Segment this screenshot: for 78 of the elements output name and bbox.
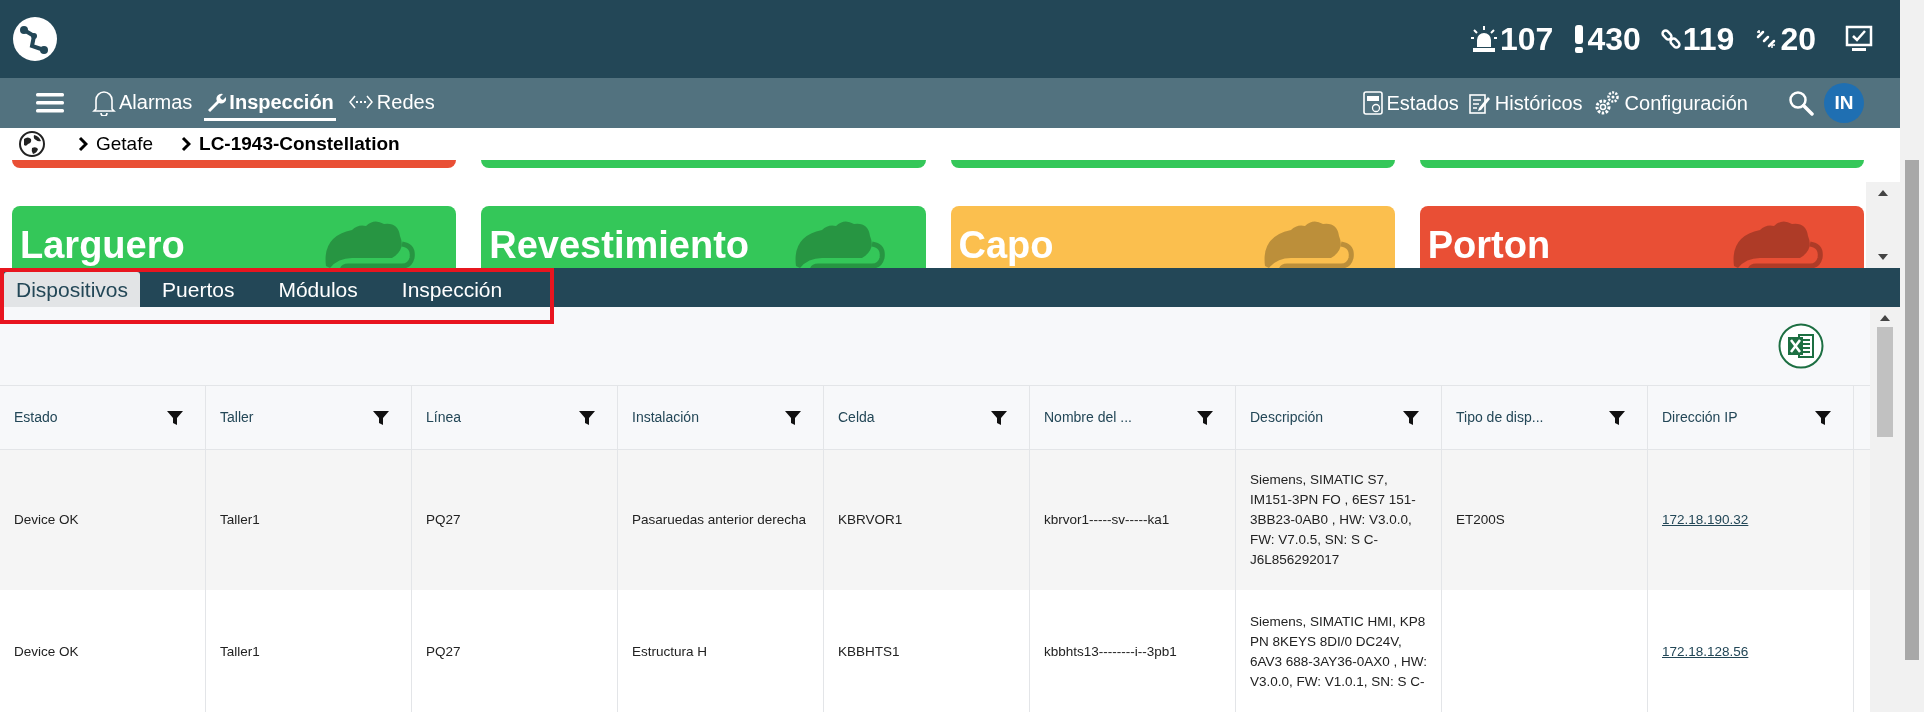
menu-icon[interactable] (36, 92, 64, 114)
card-title: Revestimiento (489, 226, 749, 264)
filter-icon[interactable] (991, 409, 1007, 426)
table-cell-text: Device OK (14, 511, 79, 529)
tab[interactable]: Inspección (389, 272, 515, 307)
table-cell-text: Taller1 (220, 511, 260, 529)
filter-icon[interactable] (785, 409, 801, 426)
filter-icon[interactable] (373, 409, 389, 426)
counter-value: 430 (1587, 23, 1641, 55)
column-header[interactable]: Instalación (632, 407, 699, 428)
page-scrollbar-thumb[interactable] (1905, 160, 1919, 660)
edit-icon (1468, 92, 1491, 114)
breadcrumb-link[interactable]: LC-1943-Constellation (181, 129, 400, 159)
chevron-icon (181, 136, 192, 152)
table-cell-text: Device OK (14, 643, 79, 661)
nav-link[interactable]: Estados (1362, 88, 1459, 118)
column-header[interactable]: Nombre del ... (1044, 407, 1132, 428)
tab[interactable]: Dispositivos (4, 272, 141, 307)
filter-icon[interactable] (1609, 409, 1625, 426)
table-cell-text: PQ27 (426, 511, 461, 529)
logo-icon[interactable] (12, 16, 58, 62)
globe-icon[interactable] (18, 130, 46, 158)
column-header[interactable]: Descripción (1250, 407, 1324, 428)
card-title: Capo (958, 226, 1054, 264)
scroll-up-icon[interactable] (1880, 315, 1890, 321)
filter-icon[interactable] (579, 409, 595, 426)
scrollbar[interactable] (1866, 182, 1900, 268)
column-header[interactable]: Estado (14, 407, 58, 428)
table-cell-text: ET200S (1456, 511, 1505, 529)
breadcrumb-link[interactable]: Getafe (78, 129, 154, 159)
exclamation-icon (1573, 24, 1586, 54)
monitor-check-icon[interactable] (1844, 24, 1874, 54)
table-cell-text: KBBHTS1 (838, 643, 900, 661)
status-card[interactable]: Porton (1419, 206, 1864, 268)
tab[interactable]: Puertos (150, 272, 247, 307)
filter-icon[interactable] (1403, 409, 1419, 426)
table-cell-text: PQ27 (426, 643, 461, 661)
card-title: Porton (1427, 226, 1551, 264)
siren-icon (1470, 25, 1498, 53)
link-icon (1660, 29, 1681, 49)
counter-value: 107 (1500, 23, 1554, 55)
table-cell-text: Siemens, SIMATIC HMI, KP8 PN 8KEYS 8DI/0 DC24V, 6AV3 688-3AY36-0AX0 , HW: V3.0.0, FW: V1.0.1, SN: S C- (1250, 613, 1429, 691)
nav-link[interactable]: Inspección (204, 85, 336, 121)
nav-link[interactable]: Alarmas (90, 85, 195, 121)
filter-icon[interactable] (1815, 409, 1831, 426)
scroll-up-icon[interactable] (1878, 190, 1888, 196)
column-header[interactable]: Línea (426, 407, 462, 428)
scroll-down-icon[interactable] (1878, 254, 1888, 260)
nav-link[interactable]: Configuración (1592, 88, 1748, 118)
excel-export-icon[interactable] (1778, 323, 1824, 369)
counter-value: 119 (1682, 23, 1735, 55)
nav-link[interactable]: Históricos (1468, 88, 1583, 118)
table-cell-text: Pasaruedas anterior derecha (632, 511, 807, 529)
column-header[interactable]: Celda (838, 407, 875, 428)
nav-link[interactable]: Redes (345, 85, 437, 121)
scrollbar-thumb[interactable] (1877, 327, 1893, 437)
table-cell-text: kbbhts13--------i--3pb1 (1044, 643, 1177, 661)
table-cell-text: KBRVOR1 (838, 511, 903, 529)
table-cell-text: kbrvor1-----sv-----ka1 (1044, 511, 1170, 529)
user-avatar[interactable]: IN (1824, 83, 1864, 123)
table-cell-text: Siemens, SIMATIC S7, IM151-3PN FO , 6ES7 151-3BB23-0AB0 , HW: V3.0.0, FW: V7.0.5, SN: S C-J6L856292017 (1250, 471, 1417, 569)
column-header[interactable]: Dirección IP (1662, 407, 1738, 428)
chevron-icon (78, 136, 88, 152)
wrench-icon (206, 91, 227, 112)
form-icon (1362, 91, 1383, 115)
table-cell-text: Estructura H (632, 643, 708, 661)
filter-icon[interactable] (167, 409, 183, 426)
column-header[interactable]: Taller (220, 407, 254, 428)
search-icon[interactable] (1788, 90, 1814, 116)
counter-value: 20 (1780, 23, 1816, 55)
column-header[interactable]: Tipo de disp... (1456, 407, 1544, 428)
table-cell-text: Taller1 (220, 643, 260, 661)
card-title: Larguero (20, 226, 185, 264)
table-scrollbar[interactable] (1870, 307, 1900, 712)
ip-address-link[interactable]: 172.18.128.56 (1662, 642, 1749, 662)
ip-address-link[interactable]: 172.18.190.32 (1662, 510, 1749, 530)
filter-icon[interactable] (1197, 409, 1213, 426)
tab[interactable]: Módulos (266, 272, 370, 307)
